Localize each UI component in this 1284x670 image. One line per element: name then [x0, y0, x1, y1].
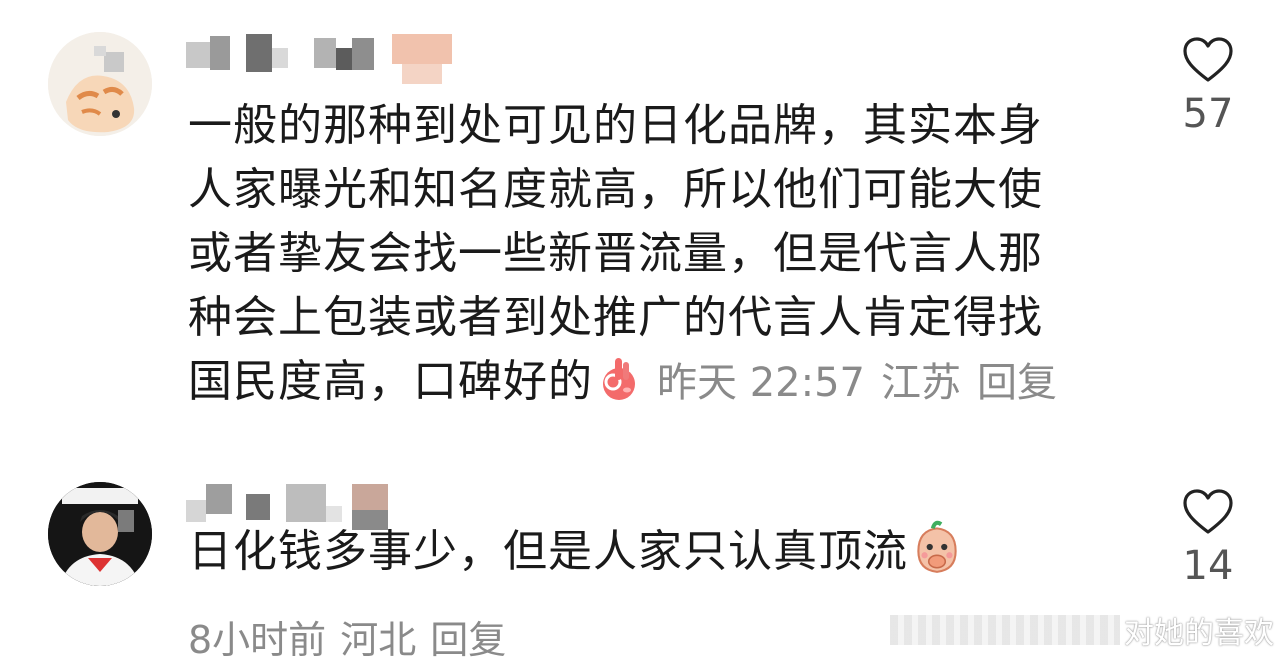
blur-block [392, 34, 452, 64]
comment-time: 8小时前 [188, 618, 327, 662]
blur-block [336, 48, 352, 70]
comment-meta: 8小时前 河北 回复 [188, 610, 506, 670]
avatar-image [48, 482, 152, 586]
comment-text: 一般的那种到处可见的日化品牌，其实本身 人家曝光和知名度就高，所以他们可能大使 … [188, 94, 1138, 415]
like-button[interactable]: 14 [1168, 488, 1248, 590]
blur-block [246, 494, 270, 520]
blur-block [206, 484, 232, 514]
heart-outline-icon [1183, 37, 1233, 82]
comment-time: 昨天 22:57 [657, 360, 865, 406]
blur-block [272, 48, 288, 68]
like-button[interactable]: 57 [1168, 36, 1248, 138]
like-count: 14 [1182, 543, 1234, 589]
comment-text: 日化钱多事少，但是人家只认真顶流 [188, 518, 1068, 584]
comment-text-line: 日化钱多事少，但是人家只认真顶流 [188, 526, 908, 577]
comment-text-line: 或者挚友会找一些新晋流量，但是代言人那 [188, 228, 1043, 279]
blur-block [186, 42, 210, 68]
blur-block [352, 484, 388, 510]
heart-outline-icon [1183, 489, 1233, 534]
reply-button[interactable]: 回复 [977, 360, 1057, 406]
comment-text-line: 人家曝光和知名度就高，所以他们可能大使 [188, 164, 1043, 215]
blur-block [314, 38, 336, 68]
comment-text-line: 一般的那种到处可见的日化品牌，其实本身 [188, 100, 1043, 151]
watermark-text: 对她的喜欢 [1124, 616, 1274, 651]
blur-block [286, 484, 326, 522]
blur-block [210, 36, 230, 70]
blur-block [402, 64, 442, 84]
ok-hand-emoji-icon [603, 358, 635, 400]
comment-text-line: 种会上包装或者到处推广的代言人肯定得找 [188, 292, 1043, 343]
user-avatar[interactable] [48, 32, 152, 136]
watermark: 对她的喜欢 [890, 610, 1274, 651]
user-avatar[interactable] [48, 482, 152, 586]
comment-item: 一般的那种到处可见的日化品牌，其实本身 人家曝光和知名度就高，所以他们可能大使 … [0, 0, 1284, 440]
blur-block [246, 34, 272, 72]
watermark-blurred-handle [890, 615, 1120, 645]
comment-location: 河北 [340, 618, 417, 662]
comment-meta: 昨天 22:57 江苏 回复 [657, 360, 1057, 406]
comment-text-line: 国民度高，口碑好的 [188, 356, 593, 407]
reply-button[interactable]: 回复 [430, 618, 506, 662]
covering-mouth-emoji-icon [917, 520, 957, 573]
like-count: 57 [1182, 91, 1234, 137]
username-blurred[interactable] [186, 34, 456, 84]
blur-block [352, 38, 374, 70]
comment-location: 江苏 [881, 360, 961, 406]
avatar-image [48, 32, 152, 136]
